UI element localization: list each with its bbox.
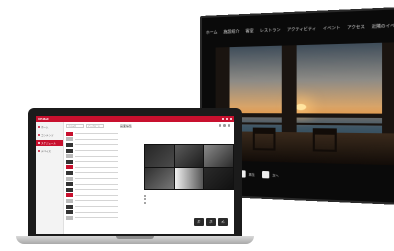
radio-icon[interactable] xyxy=(144,194,146,197)
laptop-screen: UP.Mall ホーム コンテンツ スケジュール デバイス フォルダ アップロー… xyxy=(36,116,234,234)
thumbnail xyxy=(66,142,73,147)
notification-icon[interactable] xyxy=(222,118,224,120)
tv-nav-item[interactable]: アクセス xyxy=(347,24,365,31)
action-label: 保存 xyxy=(221,222,225,224)
sidebar-item-devices[interactable]: デバイス xyxy=(36,148,63,154)
thumbnail xyxy=(66,210,73,215)
list-item[interactable] xyxy=(66,215,118,221)
page-title: 画面編集 xyxy=(120,124,133,128)
thumbnail xyxy=(66,137,73,142)
next-icon[interactable] xyxy=(262,170,270,179)
sidebar-item-schedule[interactable]: スケジュール xyxy=(36,140,63,146)
thumbnail xyxy=(66,148,73,153)
property-options xyxy=(144,194,184,205)
thumbnail xyxy=(66,204,73,209)
tv-nav-item[interactable]: アクティビティ xyxy=(287,26,316,33)
thumbnail xyxy=(66,215,73,220)
calendar-icon xyxy=(38,142,40,144)
brand-logo: UP.Mall xyxy=(38,117,49,121)
tv-nav-item[interactable]: イベント xyxy=(323,25,341,32)
folder-filter-button[interactable]: フォルダ xyxy=(66,124,84,128)
thumbnail xyxy=(66,131,73,136)
tv-nav-item[interactable]: ホーム xyxy=(206,29,218,35)
user-icon[interactable] xyxy=(226,118,228,120)
thumbnail xyxy=(66,193,73,198)
thumbnail xyxy=(66,198,73,203)
thumbnail xyxy=(66,154,73,159)
action-label: 戻す xyxy=(197,222,201,224)
option-row[interactable] xyxy=(144,201,184,205)
tv-nav-item[interactable]: 施設紹介 xyxy=(223,29,239,36)
radio-icon[interactable] xyxy=(144,201,146,204)
radio-icon[interactable] xyxy=(144,198,146,201)
close-icon[interactable] xyxy=(227,124,230,127)
zoom-icon[interactable] xyxy=(218,124,221,127)
file-list-panel: フォルダ アップロード xyxy=(66,124,118,232)
layout-cell[interactable] xyxy=(145,145,174,167)
home-icon xyxy=(38,126,40,128)
sidebar-item-home[interactable]: ホーム xyxy=(36,124,63,130)
thumbnail xyxy=(66,187,73,192)
layout-cell[interactable] xyxy=(145,167,174,189)
tv-control-label: 再生 xyxy=(248,172,255,177)
save-button[interactable]: ✓ 保存 xyxy=(218,218,228,226)
marketing-scene: ホーム 施設紹介 客室 レストラン アクティビティ イベント アクセス 近隣のイ… xyxy=(0,0,394,251)
content-icon xyxy=(38,134,40,136)
laptop-notch xyxy=(116,236,154,239)
tv-nav-item[interactable]: 客室 xyxy=(246,28,254,34)
thumbnail xyxy=(66,159,73,164)
action-label: 進む xyxy=(209,222,213,224)
sidebar-item-label: コンテンツ xyxy=(41,134,54,137)
settings-icon[interactable] xyxy=(223,124,226,127)
sidebar-item-label: スケジュール xyxy=(41,142,56,145)
action-bar: ↶ 戻す ↷ 進む ✓ 保存 xyxy=(194,218,228,226)
layout-cell[interactable] xyxy=(174,145,204,167)
app-header: UP.Mall xyxy=(36,116,234,122)
redo-button[interactable]: ↷ 進む xyxy=(206,218,216,226)
thumbnail xyxy=(66,176,73,181)
layout-cell[interactable] xyxy=(204,167,233,189)
thumbnail xyxy=(66,165,73,170)
tv-nav-item-right[interactable]: 近隣のイベント・観光スポット xyxy=(372,21,394,30)
sidebar: ホーム コンテンツ スケジュール デバイス xyxy=(36,122,64,234)
sidebar-item-label: ホーム xyxy=(41,126,49,129)
layout-canvas[interactable] xyxy=(144,144,234,190)
sidebar-item-contents[interactable]: コンテンツ xyxy=(36,132,63,138)
sidebar-item-label: デバイス xyxy=(41,150,51,153)
layout-cell[interactable] xyxy=(204,145,233,167)
device-icon xyxy=(38,150,40,152)
tv-nav-bar: ホーム 施設紹介 客室 レストラン アクティビティ イベント アクセス 近隣のイ… xyxy=(206,20,394,38)
tv-nav-item[interactable]: レストラン xyxy=(260,27,281,34)
undo-button[interactable]: ↶ 戻す xyxy=(194,218,204,226)
menu-icon[interactable] xyxy=(230,118,232,120)
thumbnail xyxy=(66,182,73,187)
layout-cell[interactable] xyxy=(174,167,204,189)
sunset-terrace-photo xyxy=(215,42,394,166)
thumbnail xyxy=(66,170,73,175)
editor-main: 画面編集 ↶ 戻す ↷ 進む ✓ 保存 xyxy=(120,124,234,232)
upload-button[interactable]: アップロード xyxy=(86,124,104,128)
tv-control-label: 次へ xyxy=(272,172,279,178)
